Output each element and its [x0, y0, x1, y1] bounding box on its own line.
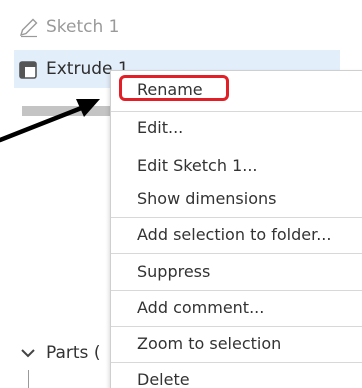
feature-tree-screenshot: Sketch 1 Extrude 1 Parts ( Rename Edit..… — [0, 0, 362, 388]
arrow-icon — [0, 99, 100, 143]
